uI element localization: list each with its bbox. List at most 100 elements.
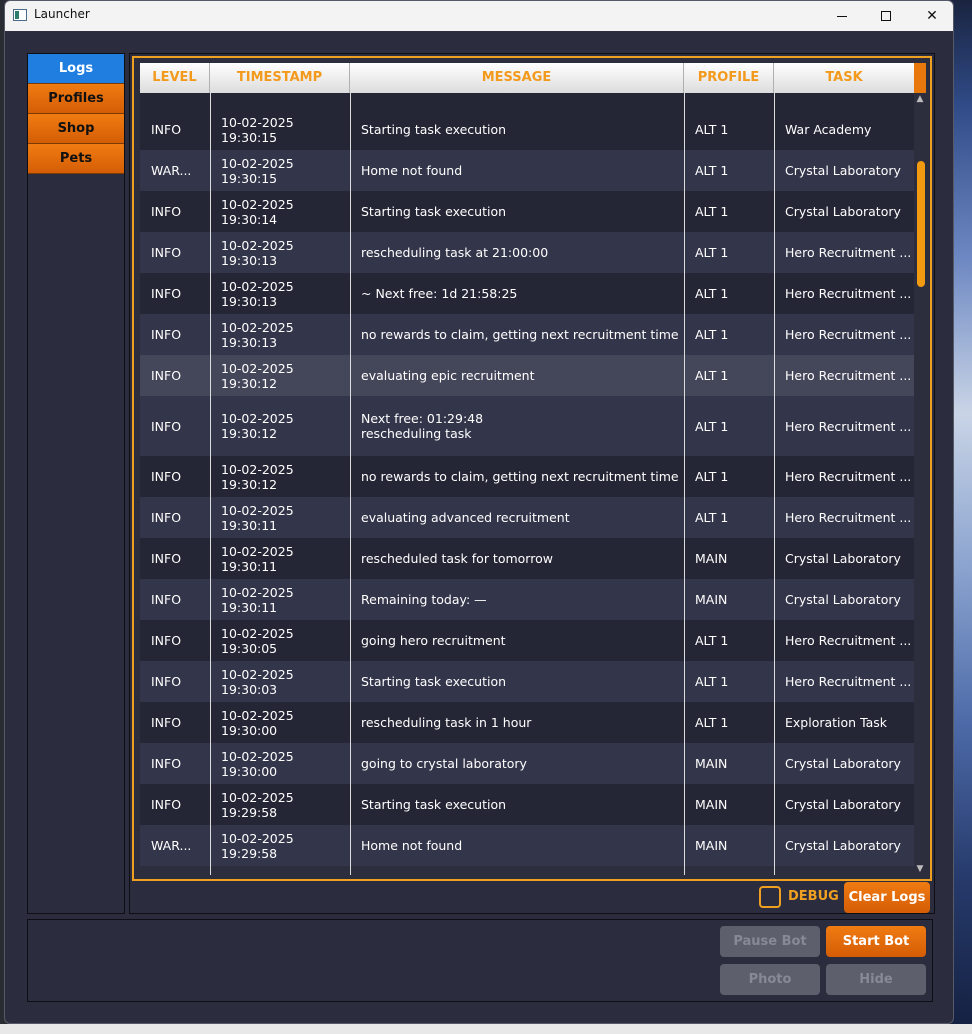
cell-message: going hero recruitment [361, 633, 506, 648]
maximize-button[interactable] [863, 1, 909, 31]
minimize-button[interactable] [819, 1, 865, 31]
table-row[interactable]: INFO 10-02-2025 19:30:05 going hero recrui… [140, 620, 914, 661]
column-header-timestamp[interactable]: TIMESTAMP [210, 63, 350, 93]
cell-timestamp: 10-02-2025 19:29:58 [221, 830, 294, 861]
table-row[interactable]: INFO 10-02-2025 19:30:13 rescheduling task… [140, 232, 914, 273]
nav-tab-shop[interactable]: Shop [28, 114, 124, 144]
nav-tab-logs[interactable]: Logs [28, 54, 124, 84]
cell-level: INFO [151, 674, 182, 689]
cell-message: Next free: 01:29:48 rescheduling task [361, 411, 484, 441]
cell-message: rescheduled task for tomorrow [361, 551, 553, 566]
table-row[interactable]: INFO 10-02-2025 19:30:03 Starting task exe… [140, 661, 914, 702]
cell-message: no rewards to claim, getting next recrui… [361, 327, 679, 342]
cell-timestamp: 10-02-2025 19:29:58 [221, 789, 294, 820]
table-row[interactable]: INFO 10-02-2025 19:30:14 Starting task exe… [140, 191, 914, 232]
table-top-gap [140, 93, 914, 109]
cell-timestamp: 10-02-2025 19:30:00 [221, 748, 294, 779]
cell-message: Starting task execution [361, 122, 507, 137]
cell-timestamp: 10-02-2025 19:30:00 [221, 707, 294, 738]
table-header: LEVEL TIMESTAMP MESSAGE PROFILE TASK [140, 63, 914, 93]
cell-timestamp: 10-02-2025 19:30:03 [221, 666, 294, 697]
table-row[interactable]: INFO 10-02-2025 19:30:00 rescheduling task… [140, 702, 914, 743]
column-header-message[interactable]: MESSAGE [350, 63, 684, 93]
table-row[interactable]: INFO 10-02-2025 19:30:11 rescheduled task … [140, 538, 914, 579]
clear-logs-button[interactable]: Clear Logs [844, 882, 930, 913]
vertical-scrollbar[interactable]: ▲ ▼ [914, 93, 926, 875]
cell-level: INFO [151, 418, 182, 434]
cell-message: rescheduling task at 21:00:00 [361, 245, 549, 260]
table-row[interactable]: INFO 10-02-2025 19:30:11 evaluating advanc… [140, 497, 914, 538]
cell-message: Starting task execution [361, 204, 507, 219]
cell-profile: ALT 1 [695, 418, 729, 434]
cell-level: INFO [151, 286, 182, 301]
cell-profile: ALT 1 [695, 163, 729, 178]
table-row[interactable]: INFO 10-02-2025 19:30:13 no rewards to cla… [140, 314, 914, 355]
cell-task: Exploration Task [785, 715, 888, 730]
cell-timestamp: 10-02-2025 19:30:12 [221, 411, 294, 441]
hide-button[interactable]: Hide [826, 964, 926, 995]
column-header-profile[interactable]: PROFILE [684, 63, 774, 93]
table-row[interactable]: INFO 10-02-2025 19:30:12 evaluating epic r… [140, 355, 914, 396]
nav-tab-pets[interactable]: Pets [28, 144, 124, 174]
cell-message: ~ Next free: 1d 21:58:25 [361, 286, 518, 301]
nav-tab-profiles[interactable]: Profiles [28, 84, 124, 114]
cell-task: Hero Recruitment ... [785, 510, 912, 525]
table-row[interactable]: INFO 10-02-2025 19:30:00 going to crystal … [140, 743, 914, 784]
cell-level: INFO [151, 368, 182, 383]
cell-message: Remaining today: — [361, 592, 487, 607]
cell-profile: MAIN [695, 797, 728, 812]
scroll-down-icon[interactable]: ▼ [914, 863, 926, 875]
cell-task: War Academy [785, 122, 872, 137]
scrollbar-thumb[interactable] [917, 161, 925, 287]
header-corner [914, 63, 926, 93]
cell-level: INFO [151, 592, 182, 607]
cell-task: Crystal Laboratory [785, 551, 901, 566]
column-divider [210, 93, 211, 875]
cell-level: INFO [151, 715, 182, 730]
cell-timestamp: 10-02-2025 19:30:12 [221, 461, 294, 492]
cell-profile: ALT 1 [695, 327, 729, 342]
maximize-icon [881, 11, 891, 21]
cell-timestamp: 10-02-2025 19:30:13 [221, 237, 294, 268]
cell-task: Hero Recruitment ... [785, 469, 912, 484]
cell-message: rescheduling task in 1 hour [361, 715, 532, 730]
cell-message: evaluating epic recruitment [361, 368, 535, 383]
table-row[interactable]: INFO 10-02-2025 19:30:12 no rewards to cla… [140, 456, 914, 497]
close-button[interactable]: ✕ [909, 1, 953, 31]
cell-profile: ALT 1 [695, 245, 729, 260]
cell-timestamp: 10-02-2025 19:30:13 [221, 319, 294, 350]
cell-timestamp: 10-02-2025 19:30:12 [221, 360, 294, 391]
cell-level: WAR... [151, 163, 192, 178]
scroll-up-icon[interactable]: ▲ [914, 93, 926, 105]
table-row[interactable]: INFO 10-02-2025 19:29:58 Starting task exe… [140, 784, 914, 825]
photo-button[interactable]: Photo [720, 964, 820, 995]
minimize-icon [837, 15, 847, 17]
cell-level: INFO [151, 756, 182, 771]
cell-profile: MAIN [695, 756, 728, 771]
cell-task: Crystal Laboratory [785, 838, 901, 853]
cell-profile: MAIN [695, 551, 728, 566]
debug-checkbox[interactable] [759, 886, 781, 908]
cell-timestamp: 10-02-2025 19:30:14 [221, 196, 294, 227]
cell-level: INFO [151, 633, 182, 648]
pause-bot-button[interactable]: Pause Bot [720, 926, 820, 957]
column-header-level[interactable]: LEVEL [140, 63, 210, 93]
cell-task: Crystal Laboratory [785, 592, 901, 607]
table-row[interactable]: INFO 10-02-2025 19:30:13 ~ Next free: 1d 2… [140, 273, 914, 314]
cell-level: INFO [151, 551, 182, 566]
cell-profile: ALT 1 [695, 469, 729, 484]
table-row[interactable]: INFO 10-02-2025 19:30:12 Next free: 01:29:… [140, 396, 914, 456]
cell-level: INFO [151, 245, 182, 260]
cell-message: evaluating advanced recruitment [361, 510, 570, 525]
cell-message: Starting task execution [361, 797, 507, 812]
cell-level: INFO [151, 797, 182, 812]
log-table: LEVEL TIMESTAMP MESSAGE PROFILE TASK INF… [132, 56, 932, 881]
close-icon: ✕ [926, 8, 938, 24]
start-bot-button[interactable]: Start Bot [826, 926, 926, 957]
table-row[interactable]: INFO 10-02-2025 19:30:15 Starting task exe… [140, 109, 914, 150]
column-header-task[interactable]: TASK [774, 63, 914, 93]
table-row[interactable]: WAR... 10-02-2025 19:29:58 Home not found M… [140, 825, 914, 866]
table-row[interactable]: WAR... 10-02-2025 19:30:15 Home not found A… [140, 150, 914, 191]
debug-label: DEBUG [788, 889, 839, 904]
table-row[interactable]: INFO 10-02-2025 19:30:11 Remaining today: … [140, 579, 914, 620]
